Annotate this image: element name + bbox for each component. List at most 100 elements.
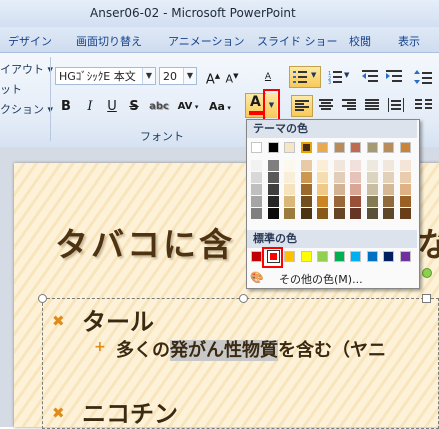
standard-color-swatch[interactable] <box>400 251 411 262</box>
shade-color-swatch[interactable] <box>284 172 295 183</box>
theme-color-swatch[interactable] <box>268 142 279 153</box>
shade-color-swatch[interactable] <box>350 208 361 219</box>
shade-color-swatch[interactable] <box>400 172 411 183</box>
shade-color-swatch[interactable] <box>383 184 394 195</box>
shade-color-swatch[interactable] <box>350 184 361 195</box>
bullets-button[interactable]: ▼ <box>289 66 321 88</box>
theme-color-swatch[interactable] <box>317 142 328 153</box>
bullet-text[interactable]: ニコチン <box>82 394 178 429</box>
font-size-combo[interactable]: 20 ▼ <box>159 67 197 85</box>
shade-color-swatch[interactable] <box>268 184 279 195</box>
tab-view[interactable]: 表示 <box>398 33 420 49</box>
shade-color-swatch[interactable] <box>301 172 312 183</box>
shade-color-swatch[interactable] <box>251 196 262 207</box>
shade-color-swatch[interactable] <box>251 172 262 183</box>
shrink-font-button[interactable]: A▼ <box>222 66 242 86</box>
decrease-indent-icon[interactable] <box>362 70 378 84</box>
shade-color-swatch[interactable] <box>350 172 361 183</box>
shade-color-swatch[interactable] <box>251 160 262 171</box>
shade-color-swatch[interactable] <box>317 172 328 183</box>
change-case-button[interactable]: Aa ▾ <box>206 97 234 117</box>
standard-color-swatch[interactable] <box>367 251 378 262</box>
shade-color-swatch[interactable] <box>400 160 411 171</box>
shade-color-swatch[interactable] <box>383 208 394 219</box>
resize-handle[interactable] <box>422 294 431 303</box>
bullet-text[interactable]: タール <box>82 302 154 337</box>
shade-color-swatch[interactable] <box>268 160 279 171</box>
shade-color-swatch[interactable] <box>383 196 394 207</box>
shade-color-swatch[interactable] <box>251 184 262 195</box>
justify-icon[interactable] <box>365 99 379 111</box>
bold-button[interactable]: B <box>56 97 76 117</box>
chevron-down-icon[interactable]: ▼ <box>183 68 196 84</box>
shade-color-swatch[interactable] <box>350 196 361 207</box>
standard-color-swatch[interactable] <box>301 251 312 262</box>
clear-format-button[interactable]: A <box>258 66 278 86</box>
standard-color-swatch[interactable] <box>334 251 345 262</box>
shade-color-swatch[interactable] <box>301 208 312 219</box>
resize-handle[interactable] <box>38 294 47 303</box>
standard-color-swatch[interactable] <box>317 251 328 262</box>
rotate-handle[interactable] <box>422 268 432 278</box>
shade-color-swatch[interactable] <box>268 208 279 219</box>
shade-color-swatch[interactable] <box>268 172 279 183</box>
selected-text[interactable]: 発がん性物質 <box>170 340 278 361</box>
shade-color-swatch[interactable] <box>334 160 345 171</box>
shade-color-swatch[interactable] <box>317 184 328 195</box>
shade-color-swatch[interactable] <box>400 196 411 207</box>
shade-color-swatch[interactable] <box>334 184 345 195</box>
section-button[interactable]: クション ▾ <box>0 101 53 117</box>
tab-slideshow[interactable]: スライド ショー <box>257 33 338 49</box>
standard-color-swatch[interactable] <box>383 251 394 262</box>
tab-design[interactable]: デザイン <box>8 33 52 49</box>
reset-button[interactable]: ット <box>0 81 22 97</box>
shade-color-swatch[interactable] <box>334 208 345 219</box>
columns-icon[interactable] <box>415 98 433 114</box>
theme-color-swatch[interactable] <box>383 142 394 153</box>
tab-transitions[interactable]: 画面切り替え <box>76 33 142 49</box>
align-center-icon[interactable] <box>319 99 333 111</box>
shade-color-swatch[interactable] <box>251 208 262 219</box>
shade-color-swatch[interactable] <box>284 196 295 207</box>
more-colors-link[interactable]: その他の色(M)... <box>279 271 363 287</box>
theme-color-swatch[interactable] <box>301 142 312 153</box>
text-shadow-button[interactable]: abc <box>146 97 172 117</box>
shade-color-swatch[interactable] <box>367 160 378 171</box>
standard-color-swatch[interactable] <box>251 251 262 262</box>
standard-color-swatch[interactable] <box>284 251 295 262</box>
shade-color-swatch[interactable] <box>284 184 295 195</box>
theme-color-swatch[interactable] <box>350 142 361 153</box>
tab-review[interactable]: 校閲 <box>349 33 371 49</box>
shade-color-swatch[interactable] <box>367 196 378 207</box>
chevron-down-icon[interactable]: ▼ <box>142 68 155 84</box>
shade-color-swatch[interactable] <box>284 208 295 219</box>
line-spacing-icon[interactable] <box>414 70 432 84</box>
shade-color-swatch[interactable] <box>367 208 378 219</box>
shade-color-swatch[interactable] <box>383 172 394 183</box>
shade-color-swatch[interactable] <box>334 196 345 207</box>
layout-button[interactable]: イアウト ▾ <box>0 61 53 77</box>
slide-title-text[interactable]: タバコに含 <box>55 218 235 266</box>
shade-color-swatch[interactable] <box>317 196 328 207</box>
shade-color-swatch[interactable] <box>400 184 411 195</box>
theme-color-swatch[interactable] <box>334 142 345 153</box>
shade-color-swatch[interactable] <box>367 184 378 195</box>
shade-color-swatch[interactable] <box>334 172 345 183</box>
increase-indent-icon[interactable] <box>386 70 402 84</box>
distribute-icon[interactable] <box>388 98 404 112</box>
align-right-icon[interactable] <box>342 99 356 111</box>
shade-color-swatch[interactable] <box>301 196 312 207</box>
tab-animations[interactable]: アニメーション <box>168 33 245 49</box>
shade-color-swatch[interactable] <box>317 208 328 219</box>
shade-color-swatch[interactable] <box>301 184 312 195</box>
resize-handle[interactable] <box>239 294 248 303</box>
slide-title-text-tail[interactable]: な <box>417 218 439 266</box>
shade-color-swatch[interactable] <box>317 160 328 171</box>
shade-color-swatch[interactable] <box>268 196 279 207</box>
sub-bullet-text[interactable]: 多くの発がん性物質を含む（ヤニ <box>116 336 386 362</box>
shade-color-swatch[interactable] <box>367 172 378 183</box>
theme-color-swatch[interactable] <box>400 142 411 153</box>
theme-color-swatch[interactable] <box>251 142 262 153</box>
shade-color-swatch[interactable] <box>284 160 295 171</box>
shade-color-swatch[interactable] <box>301 160 312 171</box>
